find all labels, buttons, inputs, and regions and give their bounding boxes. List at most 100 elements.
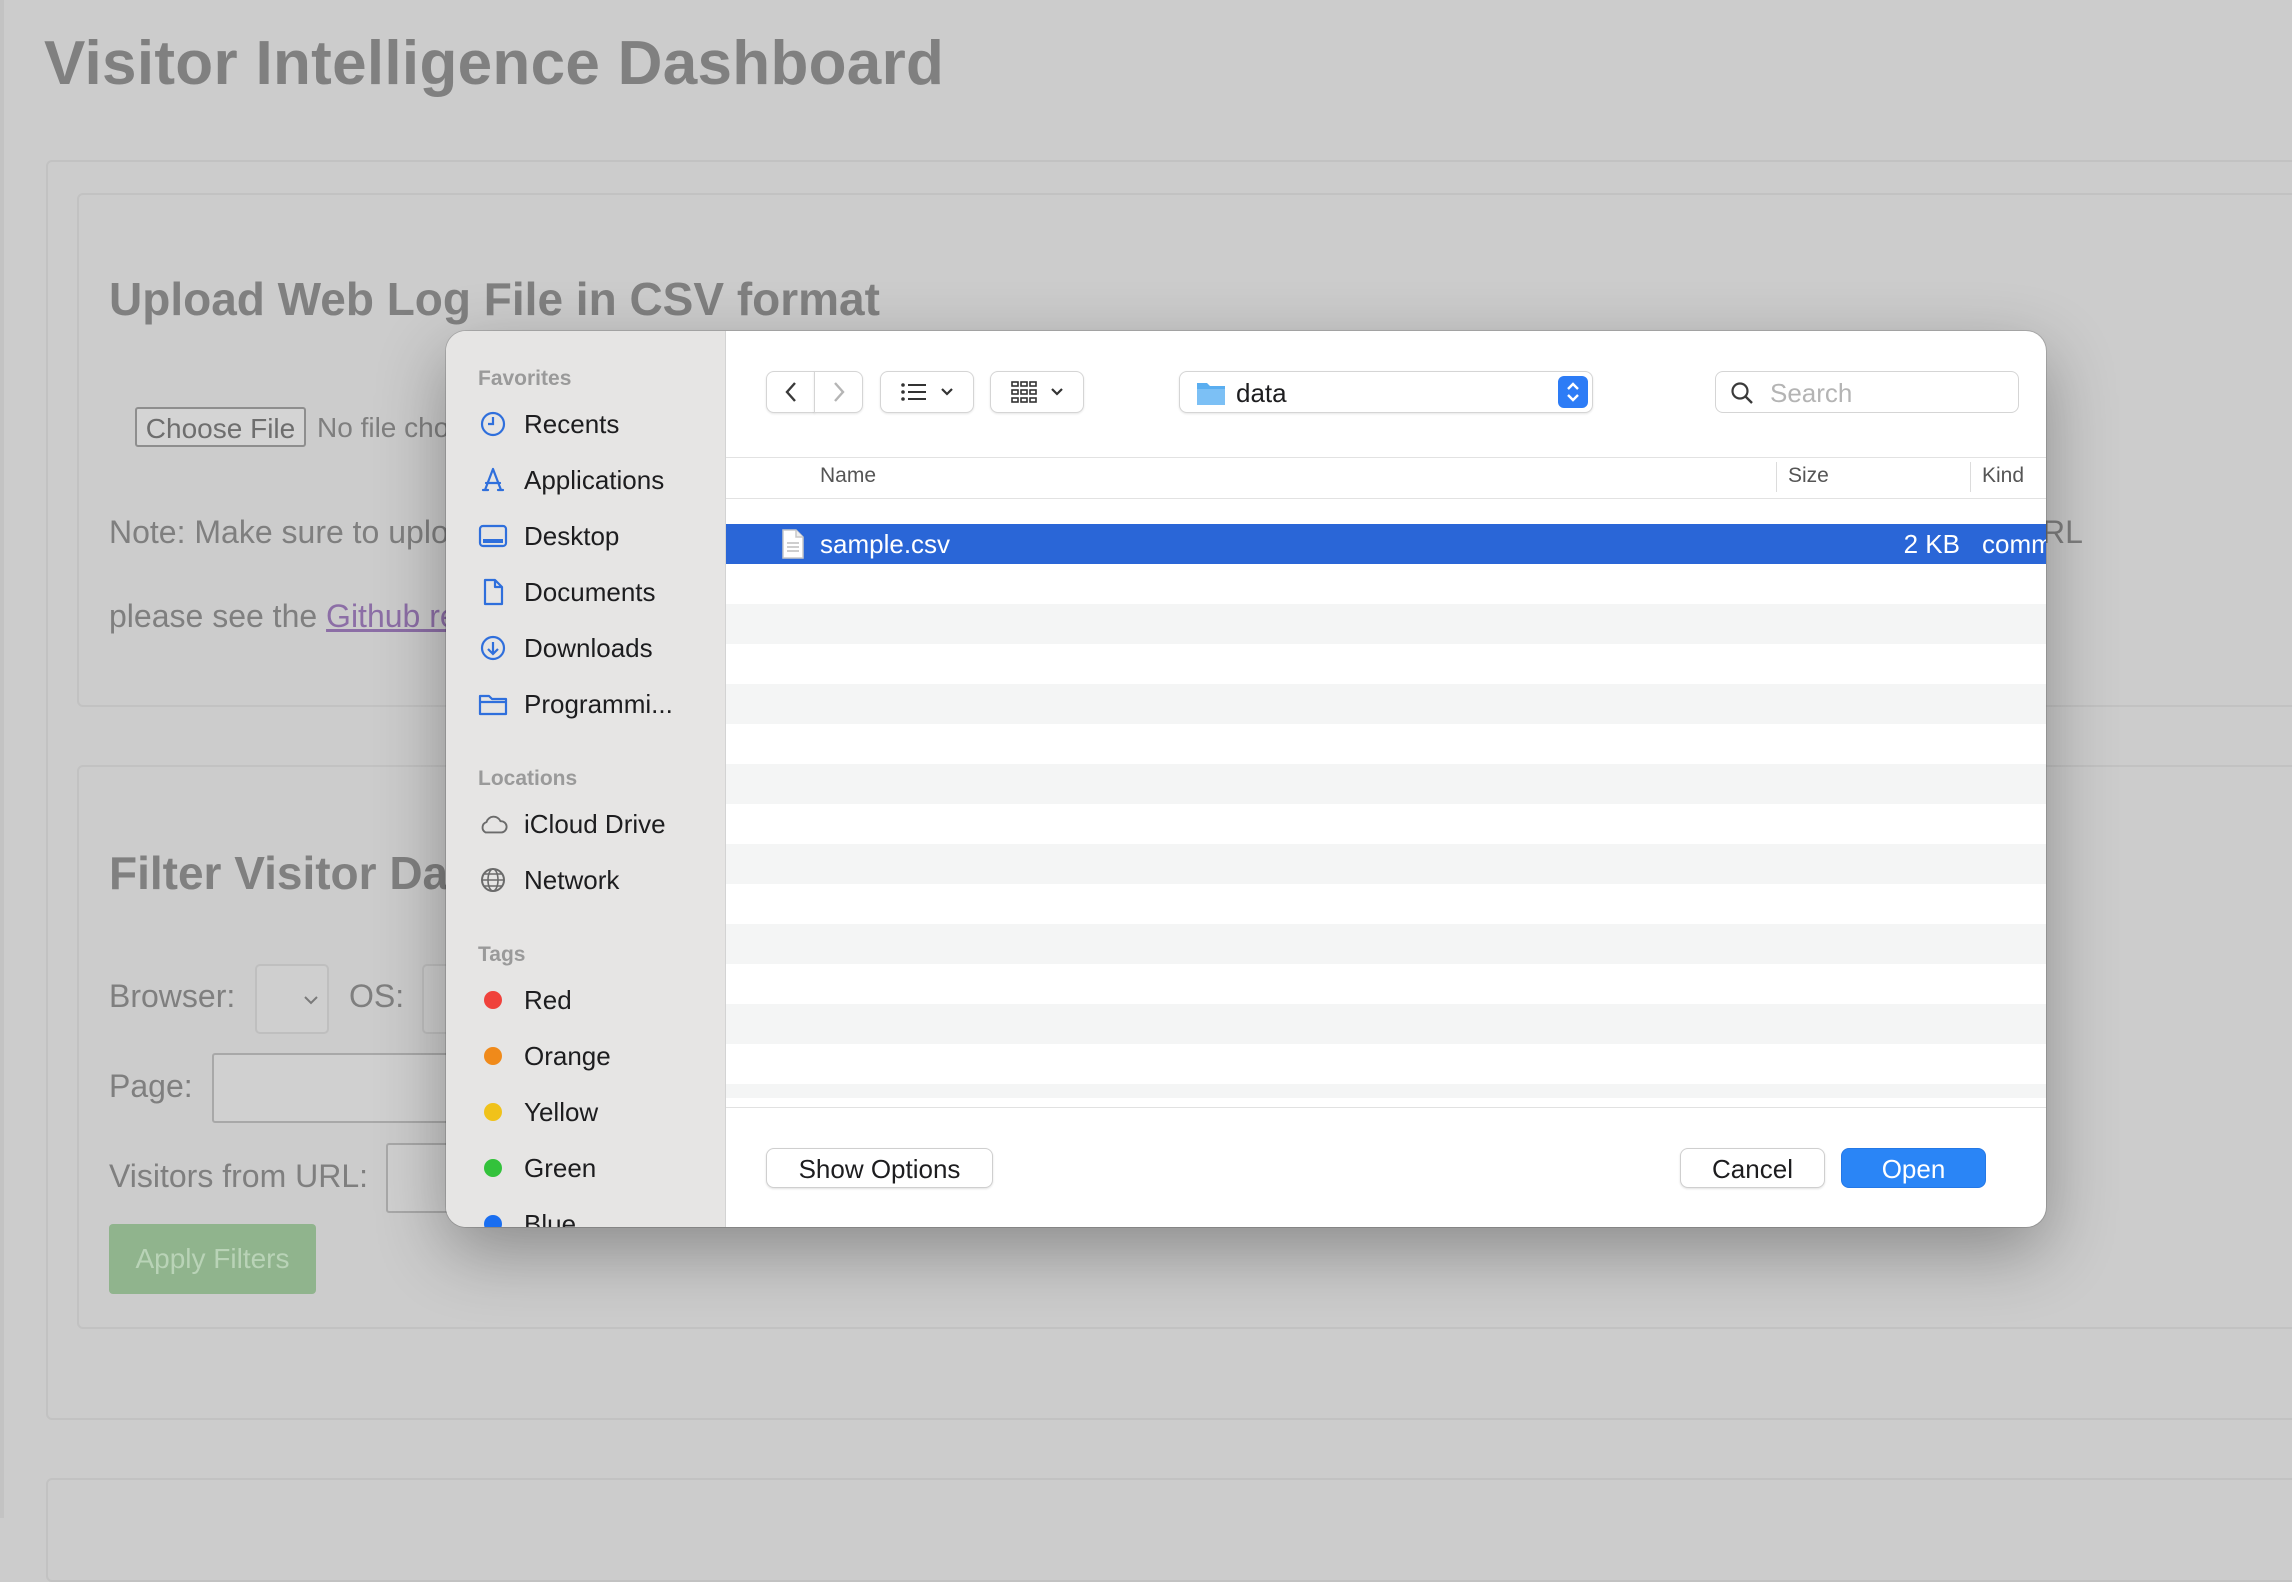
sidebar-item-label: iCloud Drive (524, 808, 666, 839)
tag-blue-dot-icon (478, 1209, 508, 1227)
sidebar-tag-red[interactable]: Red (478, 976, 718, 1024)
empty-row (726, 924, 2046, 964)
applications-icon (478, 465, 508, 495)
empty-row (726, 1044, 2046, 1084)
empty-row (726, 564, 2046, 604)
file-open-dialog: Favorites Recents Applications Desktop D… (446, 331, 2046, 1227)
column-divider[interactable] (1970, 462, 1971, 492)
choose-file-button[interactable]: Choose File (135, 407, 306, 447)
browser-select[interactable] (255, 964, 329, 1034)
upload-help: please see the Github re (109, 598, 458, 635)
locations-heading: Locations (478, 767, 578, 790)
sidebar-item-recents[interactable]: Recents (478, 400, 718, 448)
column-divider[interactable] (1776, 462, 1777, 492)
search-field[interactable]: Search (1715, 371, 2019, 413)
sidebar-item-programming[interactable]: Programmi... (478, 680, 718, 728)
empty-row (726, 804, 2046, 844)
document-icon (782, 529, 804, 559)
empty-row (726, 644, 2046, 684)
list-view-button[interactable] (880, 371, 974, 413)
empty-row (726, 724, 2046, 764)
please-see-text: please see the (109, 598, 327, 634)
icon-view-button[interactable] (990, 371, 1084, 413)
sidebar-item-label: Green (524, 1152, 597, 1183)
apply-filters-button[interactable]: Apply Filters (109, 1224, 316, 1294)
show-options-button[interactable]: Show Options (766, 1148, 993, 1188)
sidebar-item-label: Downloads (524, 632, 653, 663)
file-size: 2 KB (1903, 529, 1960, 559)
cancel-button[interactable]: Cancel (1680, 1148, 1825, 1188)
open-button[interactable]: Open (1841, 1148, 1986, 1188)
sidebar-item-label: Blue (524, 1208, 577, 1228)
results-panel (46, 1478, 2292, 1582)
file-row-selected[interactable]: sample.csv 2 KB comma-separated values (726, 524, 2046, 564)
clock-icon (478, 409, 508, 439)
browser-label: Browser: (109, 978, 236, 1014)
favorites-heading: Favorites (478, 367, 572, 390)
empty-row (726, 1004, 2046, 1044)
sidebar-item-label: Yellow (524, 1096, 599, 1127)
sidebar-tag-yellow[interactable]: Yellow (478, 1088, 718, 1136)
upload-heading: Upload Web Log File in CSV format (109, 273, 880, 325)
forward-button[interactable] (814, 371, 863, 413)
sidebar-item-label: Applications (524, 464, 665, 495)
dialog-footer: Show Options Cancel Open (726, 1107, 2046, 1227)
chevron-down-icon (941, 388, 953, 396)
location-label: data (1236, 378, 1287, 408)
chevron-down-icon (1051, 388, 1063, 396)
chevron-left-icon (784, 382, 796, 402)
search-placeholder: Search (1770, 378, 1853, 408)
globe-icon (478, 865, 508, 895)
folder-icon (1197, 383, 1225, 405)
download-icon (478, 633, 508, 663)
column-size[interactable]: Size (1788, 464, 1829, 488)
sidebar-item-downloads[interactable]: Downloads (478, 624, 718, 672)
sidebar-item-label: Recents (524, 408, 620, 439)
sidebar-item-applications[interactable]: Applications (478, 456, 718, 504)
dialog-sidebar: Favorites Recents Applications Desktop D… (446, 331, 726, 1227)
chevron-down-icon (304, 996, 318, 1005)
empty-row (726, 964, 2046, 1004)
tag-yellow-dot-icon (478, 1097, 508, 1127)
folder-icon (478, 689, 508, 719)
sidebar-item-desktop[interactable]: Desktop (478, 512, 718, 560)
sidebar-item-label: Desktop (524, 520, 620, 551)
upload-note: Note: Make sure to uplo (109, 514, 449, 550)
cloud-icon (478, 809, 508, 839)
file-list: sample.csv 2 KB comma-separated values (726, 524, 2046, 1098)
page-input[interactable] (212, 1053, 462, 1123)
page-label: Page: (109, 1068, 193, 1104)
sidebar-tag-blue[interactable]: Blue (478, 1200, 718, 1227)
sidebar-item-label: Red (524, 984, 572, 1015)
document-icon (478, 577, 508, 607)
tag-orange-dot-icon (478, 1041, 508, 1071)
sidebar-item-documents[interactable]: Documents (478, 568, 718, 616)
back-button[interactable] (766, 371, 815, 413)
os-label: OS: (349, 978, 405, 1014)
empty-row (726, 764, 2046, 804)
empty-row (726, 604, 2046, 644)
sidebar-item-network[interactable]: Network (478, 856, 718, 904)
upload-note-end: RL (2042, 514, 2083, 550)
sidebar-item-label: Documents (524, 576, 656, 607)
column-kind[interactable]: Kind (1982, 464, 2024, 488)
empty-row (726, 684, 2046, 724)
visitors-url-label: Visitors from URL: (109, 1158, 369, 1194)
tag-red-dot-icon (478, 985, 508, 1015)
column-header: Name Size Kind (726, 457, 2046, 499)
sidebar-item-label: Network (524, 864, 620, 895)
file-name: sample.csv (820, 529, 951, 559)
file-kind: comma-separated values (1982, 529, 2046, 559)
sidebar-tag-green[interactable]: Green (478, 1144, 718, 1192)
grid-view-icon (1011, 381, 1037, 403)
list-view-icon (901, 383, 926, 401)
chevron-right-icon (833, 382, 845, 402)
github-link[interactable]: Github re (326, 598, 458, 634)
sidebar-item-icloud-drive[interactable]: iCloud Drive (478, 800, 718, 848)
no-file-text: No file cho (317, 412, 450, 443)
sidebar-tag-orange[interactable]: Orange (478, 1032, 718, 1080)
empty-row (726, 1084, 2046, 1098)
column-name[interactable]: Name (820, 464, 876, 488)
location-popup[interactable]: data (1179, 371, 1593, 413)
search-icon (1731, 382, 1753, 404)
